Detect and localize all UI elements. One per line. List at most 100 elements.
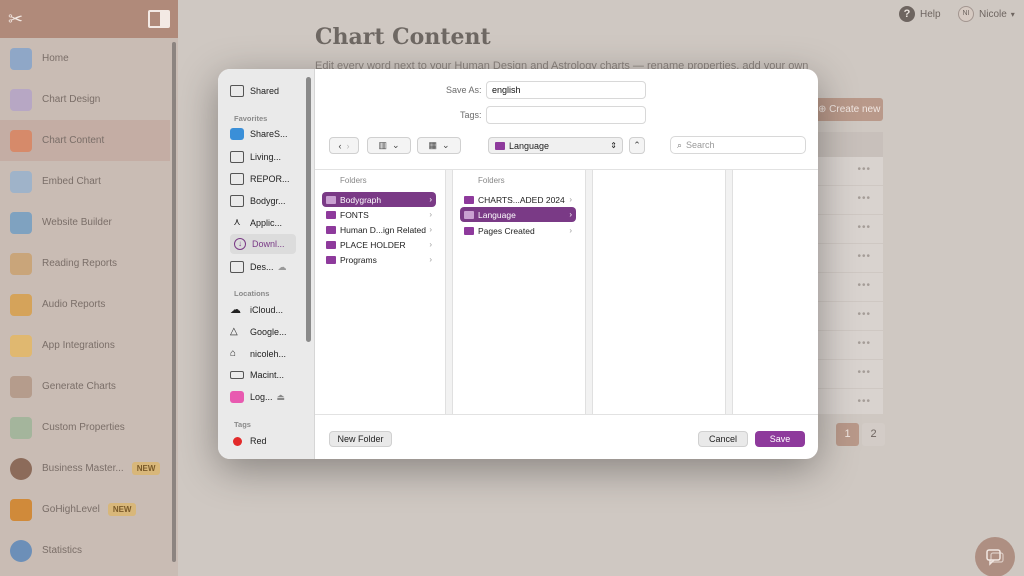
save-button[interactable]: Save	[755, 431, 805, 447]
sidebar-item-log[interactable]: Log... ⏏	[230, 391, 302, 403]
sidebar-item-app-integrations[interactable]: App Integrations	[0, 325, 170, 366]
sidebar-item-icloud[interactable]: ☁ iCloud...	[230, 304, 302, 316]
search-placeholder: Search	[686, 140, 715, 150]
sidebar-item-label: Macint...	[250, 370, 285, 380]
folder-item-fonts[interactable]: FONTS ›	[322, 207, 436, 222]
row-menu-icon[interactable]: •••	[812, 273, 883, 302]
location-label: Language	[509, 140, 550, 151]
sidebar-item-chart-design[interactable]: Chart Design	[0, 79, 170, 120]
sidebar-item-embed-chart[interactable]: Embed Chart	[0, 161, 170, 202]
sidebar-item-bodygraph[interactable]: Bodygr...	[230, 195, 302, 207]
folder-item-language[interactable]: Language ›	[460, 207, 576, 222]
sidebar-item-generate-charts[interactable]: Generate Charts	[0, 366, 170, 407]
sidebar-item-google[interactable]: △ Google...	[230, 326, 302, 338]
sidebar-toggle-icon[interactable]	[148, 10, 170, 28]
sidebar-item-statistics[interactable]: Statistics	[0, 530, 170, 571]
sidebar-item-desktop[interactable]: Des... ☁	[230, 261, 302, 273]
sidebar-item-living[interactable]: Living...	[230, 151, 302, 163]
chevron-right-icon[interactable]: ›	[347, 141, 350, 151]
custom-properties-icon	[10, 416, 32, 439]
expand-collapse-button[interactable]: ⌃	[629, 137, 645, 154]
grid-view-button[interactable]: ▦ ⌄	[417, 137, 461, 154]
row-menu-icon[interactable]: •••	[812, 331, 883, 360]
folder-icon	[230, 151, 244, 163]
row-menu-icon[interactable]: •••	[812, 360, 883, 389]
sidebar-item-label: Living...	[250, 152, 282, 162]
column-divider[interactable]	[725, 170, 733, 414]
chevron-left-icon[interactable]: ‹	[338, 141, 341, 151]
row-menu-icon[interactable]: •••	[812, 244, 883, 273]
row-menu-icon[interactable]: •••	[812, 186, 883, 215]
folder-item-pages-created[interactable]: Pages Created ›	[460, 223, 576, 238]
chevron-down-icon: ▾	[1010, 9, 1015, 19]
red-tag-icon	[233, 436, 242, 446]
location-select[interactable]: Language ⇕	[488, 137, 623, 154]
search-icon: ⌕	[677, 139, 683, 150]
sidebar-item-website-builder[interactable]: Website Builder	[0, 202, 170, 243]
sidebar-item-home[interactable]: ⌂ nicoleh...	[230, 348, 302, 360]
sidebar-item-label: Chart Design	[42, 94, 101, 105]
sidebar-item-home[interactable]: Home	[0, 38, 170, 79]
sidebar-item-applications[interactable]: ⋏ Applic...	[230, 217, 302, 229]
folder-icon	[326, 240, 336, 249]
tags-input[interactable]	[486, 106, 646, 124]
sidebar-item-label: Downl...	[252, 239, 285, 249]
save-as-input[interactable]: english	[486, 81, 646, 99]
sidebar-item-label: Chart Content	[42, 135, 105, 146]
back-forward-buttons[interactable]: ‹ ›	[329, 137, 359, 154]
embed-chart-icon	[10, 170, 32, 193]
grid-icon: ▦	[428, 140, 437, 150]
sidebar-item-label: Log...	[250, 392, 273, 402]
eject-icon[interactable]: ⏏	[277, 392, 286, 403]
sidebar-item-tag-red[interactable]: Red	[230, 436, 302, 446]
chevron-right-icon: ›	[569, 226, 572, 235]
sidebar-item-reports[interactable]: REPOR...	[230, 173, 302, 185]
sidebar-item-reading-reports[interactable]: Reading Reports	[0, 243, 170, 284]
folder-item-bodygraph[interactable]: Bodygraph ›	[322, 192, 436, 207]
sidebar-item-audio-reports[interactable]: Audio Reports	[0, 284, 170, 325]
page-2-button[interactable]: 2	[862, 423, 885, 446]
column-divider[interactable]	[445, 170, 453, 414]
sidebar-item-sharesync[interactable]: ShareS...	[230, 128, 302, 140]
row-menu-icon[interactable]: •••	[812, 157, 883, 186]
new-folder-button[interactable]: New Folder	[329, 431, 392, 447]
column-2: Folders CHARTS...ADED 2024 › Language › Pa…	[453, 170, 585, 414]
folder-item-placeholder[interactable]: PLACE HOLDER ›	[322, 237, 436, 252]
row-menu-icon[interactable]: •••	[812, 302, 883, 331]
help-button[interactable]: ? Help	[899, 6, 941, 22]
folder-icon	[326, 210, 336, 219]
user-menu[interactable]: NI Nicole ▾	[958, 6, 1015, 22]
sidebar-item-gohighlevel[interactable]: GoHighLevel NEW	[0, 489, 170, 530]
column-divider[interactable]	[585, 170, 593, 414]
sidebar-item-custom-properties[interactable]: Custom Properties	[0, 407, 170, 448]
app-sidebar: ✂ Home Chart Design Chart Content Embed …	[0, 0, 178, 576]
dialog-sidebar-scrollbar[interactable]	[306, 77, 311, 342]
sidebar-item-business-master[interactable]: Business Master... NEW	[0, 448, 170, 489]
chat-button[interactable]	[975, 537, 1015, 576]
reading-reports-icon	[10, 252, 32, 275]
search-input[interactable]: ⌕ Search	[670, 136, 806, 154]
logo-icon[interactable]: ✂	[8, 8, 28, 30]
chevron-down-icon: ⌄	[441, 140, 450, 150]
sidebar-item-macintosh[interactable]: Macint...	[230, 370, 302, 380]
row-menu-icon[interactable]: •••	[812, 389, 883, 418]
sidebar-item-chart-content[interactable]: Chart Content	[0, 120, 170, 161]
folder-item-human-design[interactable]: Human D...ign Related ›	[322, 222, 436, 237]
folder-item-charts[interactable]: CHARTS...ADED 2024 ›	[460, 192, 576, 207]
row-menu-icon[interactable]: •••	[812, 215, 883, 244]
page-1-button[interactable]: 1	[836, 423, 859, 446]
log-app-icon	[230, 391, 244, 403]
folder-label: PLACE HOLDER	[340, 239, 406, 250]
column-browser: Folders Bodygraph › FONTS › Human D...ign …	[315, 169, 818, 414]
tags-label: Tags:	[460, 110, 482, 120]
create-new-button[interactable]: ⊕ Create new	[812, 98, 883, 121]
column-view-button[interactable]: ▥ ⌄	[367, 137, 411, 154]
sidebar-item-label: App Integrations	[42, 340, 115, 351]
folder-item-programs[interactable]: Programs ›	[322, 252, 436, 267]
sharesync-icon	[230, 128, 244, 140]
sidebar-item-shared[interactable]: Shared	[230, 85, 302, 97]
website-builder-icon	[10, 211, 32, 234]
sidebar-scrollbar[interactable]	[172, 42, 176, 562]
cancel-button[interactable]: Cancel	[698, 431, 748, 447]
sidebar-item-downloads[interactable]: ↓ Downl...	[230, 234, 296, 254]
